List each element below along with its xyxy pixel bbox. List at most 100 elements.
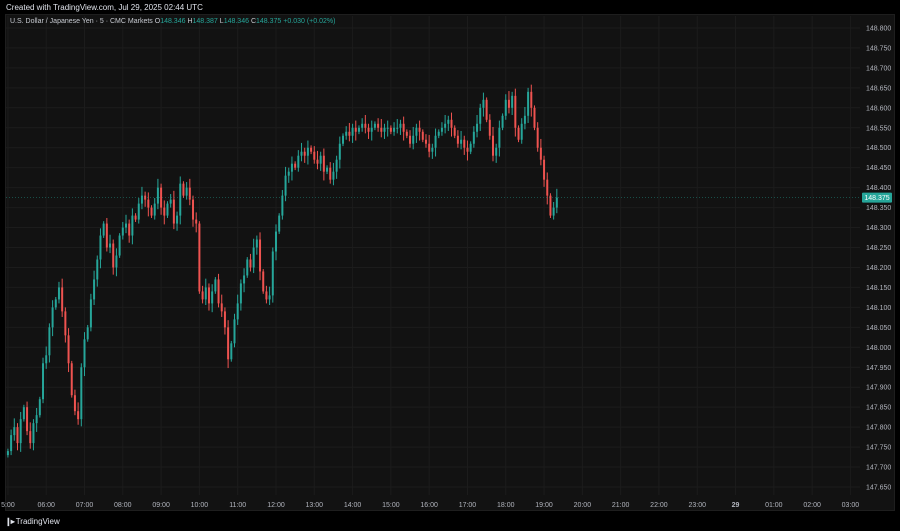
candle-body[interactable]: [227, 327, 230, 360]
candle-body[interactable]: [239, 283, 242, 304]
candle-body[interactable]: [300, 151, 303, 156]
candle-body[interactable]: [48, 327, 51, 356]
candle-body[interactable]: [204, 287, 207, 300]
candle-body[interactable]: [322, 155, 325, 172]
candle-body[interactable]: [479, 107, 482, 124]
candle-body[interactable]: [236, 303, 239, 320]
candle-body[interactable]: [329, 167, 332, 180]
candle-body[interactable]: [377, 123, 380, 128]
candle-body[interactable]: [380, 127, 383, 132]
candle-body[interactable]: [530, 91, 533, 108]
candle-body[interactable]: [179, 183, 182, 216]
candle-body[interactable]: [428, 143, 431, 152]
candle-body[interactable]: [70, 363, 73, 396]
candle-body[interactable]: [444, 123, 447, 128]
candle-body[interactable]: [543, 159, 546, 180]
candle-body[interactable]: [198, 223, 201, 292]
candle-body[interactable]: [370, 127, 373, 132]
candle-body[interactable]: [262, 271, 265, 292]
candle-body[interactable]: [137, 203, 140, 220]
candle-body[interactable]: [265, 291, 268, 300]
candle-body[interactable]: [456, 135, 459, 144]
candle-body[interactable]: [182, 183, 185, 196]
candle-body[interactable]: [217, 279, 220, 304]
candle-body[interactable]: [131, 215, 134, 236]
candle-body[interactable]: [472, 131, 475, 144]
candle-body[interactable]: [26, 407, 29, 432]
candle-body[interactable]: [313, 151, 316, 160]
candle-body[interactable]: [405, 131, 408, 136]
candle-body[interactable]: [326, 167, 329, 172]
candle-body[interactable]: [402, 123, 405, 132]
candle-body[interactable]: [185, 187, 188, 196]
candle-body[interactable]: [447, 119, 450, 124]
candle-body[interactable]: [335, 159, 338, 172]
candle-body[interactable]: [54, 299, 57, 308]
candle-body[interactable]: [294, 163, 297, 168]
candle-body[interactable]: [555, 197, 558, 208]
candle-body[interactable]: [271, 251, 274, 296]
candle-body[interactable]: [51, 307, 54, 328]
candle-body[interactable]: [214, 279, 217, 292]
candle-body[interactable]: [29, 431, 32, 444]
candle-body[interactable]: [290, 163, 293, 172]
candle-body[interactable]: [105, 223, 108, 248]
candle-body[interactable]: [393, 127, 396, 132]
candle-body[interactable]: [399, 123, 402, 128]
candle-body[interactable]: [259, 239, 262, 272]
candle-body[interactable]: [485, 99, 488, 120]
candle-body[interactable]: [354, 127, 357, 132]
candle-body[interactable]: [83, 339, 86, 368]
candle-body[interactable]: [546, 179, 549, 196]
candle-body[interactable]: [287, 171, 290, 176]
candle-body[interactable]: [64, 311, 67, 336]
candle-body[interactable]: [517, 127, 520, 140]
candle-body[interactable]: [99, 235, 102, 260]
candle-body[interactable]: [520, 123, 523, 140]
candle-body[interactable]: [249, 259, 252, 268]
candle-body[interactable]: [421, 131, 424, 140]
candle-body[interactable]: [348, 131, 351, 136]
candle-body[interactable]: [147, 199, 150, 208]
candle-body[interactable]: [338, 143, 341, 160]
candle-body[interactable]: [278, 215, 281, 232]
candle-body[interactable]: [230, 343, 233, 360]
candlestick-chart[interactable]: 148.800 148.750 148.700 148.650 148.600 148.5…: [0, 0, 900, 531]
candle-body[interactable]: [527, 91, 530, 116]
candle-body[interactable]: [389, 127, 392, 132]
candle-body[interactable]: [498, 127, 501, 148]
candle-body[interactable]: [77, 411, 80, 420]
candle-body[interactable]: [86, 327, 89, 340]
candle-body[interactable]: [552, 207, 555, 216]
candle-body[interactable]: [6, 451, 9, 456]
candle-body[interactable]: [109, 243, 112, 248]
candle-body[interactable]: [195, 219, 198, 224]
tradingview-logo[interactable]: ❙▸ TradingView: [5, 517, 60, 526]
candle-body[interactable]: [121, 227, 124, 236]
candle-body[interactable]: [504, 99, 507, 116]
candle-body[interactable]: [351, 127, 354, 136]
candle-body[interactable]: [223, 311, 226, 328]
candle-body[interactable]: [35, 415, 38, 424]
candle-body[interactable]: [533, 107, 536, 128]
candle-body[interactable]: [73, 395, 76, 412]
candle-body[interactable]: [364, 123, 367, 128]
candle-body[interactable]: [488, 119, 491, 136]
candle-body[interactable]: [172, 199, 175, 224]
candle-body[interactable]: [306, 147, 309, 156]
candle-body[interactable]: [22, 407, 25, 420]
candle-body[interactable]: [310, 147, 313, 152]
candle-body[interactable]: [523, 115, 526, 124]
candle-body[interactable]: [431, 147, 434, 152]
candle-body[interactable]: [13, 427, 16, 436]
candle-body[interactable]: [211, 291, 214, 304]
candle-body[interactable]: [284, 175, 287, 196]
candle-body[interactable]: [153, 203, 156, 216]
candle-body[interactable]: [491, 135, 494, 156]
candle-body[interactable]: [252, 247, 255, 268]
candle-body[interactable]: [118, 235, 121, 256]
candle-body[interactable]: [303, 151, 306, 156]
candle-body[interactable]: [134, 215, 137, 220]
candle-body[interactable]: [536, 127, 539, 148]
candle-body[interactable]: [124, 223, 127, 228]
